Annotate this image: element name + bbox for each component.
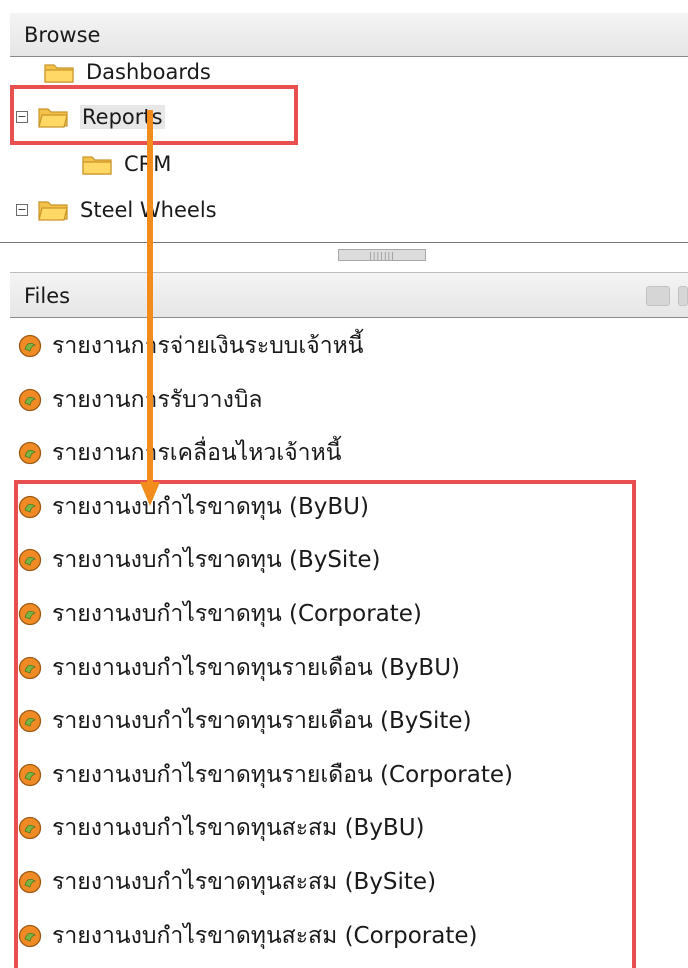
file-list-item-label: รายงานงบกำไรขาดทุนสะสม (Corporate) bbox=[52, 922, 478, 949]
file-list-item-label: รายงานงบกำไรขาดทุนรายเดือน (BySite) bbox=[52, 708, 472, 735]
file-list-item[interactable]: รายงานงบกำไรขาดทุนรายเดือน (ByBU) bbox=[18, 648, 460, 688]
report-icon bbox=[18, 549, 42, 572]
report-icon bbox=[18, 388, 42, 411]
panel-splitter[interactable]: ||||||| bbox=[0, 242, 688, 272]
tree-item-steel-wheels[interactable]: − Steel Wheels bbox=[16, 194, 217, 226]
report-icon bbox=[18, 442, 42, 465]
tree-item-label: CRM bbox=[124, 152, 172, 176]
file-list-item[interactable]: รายงานงบกำไรขาดทุนสะสม (BySite) bbox=[18, 862, 436, 902]
browse-panel-header: Browse bbox=[10, 13, 688, 57]
tree-item-crm[interactable]: CRM bbox=[82, 148, 171, 180]
report-icon bbox=[18, 656, 42, 679]
edit-icon[interactable] bbox=[646, 286, 670, 306]
report-icon bbox=[18, 334, 42, 358]
file-list-item[interactable]: รายงานงบกำไรขาดทุน (Corporate) bbox=[18, 594, 422, 634]
file-list-item-label: รายงานงบกำไรขาดทุน (Corporate) bbox=[52, 601, 422, 627]
folder-open-icon bbox=[38, 108, 68, 128]
file-list-item[interactable]: รายงานงบกำไรขาดทุน (BySite) bbox=[18, 540, 380, 580]
file-list-item-label: รายงานงบกำไรขาดทุน (BySite) bbox=[52, 547, 381, 574]
file-list-item-label: รายงานงบกำไรขาดทุนสะสม (BySite) bbox=[52, 869, 437, 895]
file-list-item[interactable]: รายงานงบกำไรขาดทุนรายเดือน (Corporate) bbox=[18, 755, 513, 795]
folder-icon bbox=[44, 64, 74, 83]
file-list-item[interactable]: รายงานการจ่ายเงินระบบเจ้าหนี้ bbox=[18, 326, 364, 366]
action-icon[interactable] bbox=[678, 286, 688, 306]
files-toolbar bbox=[646, 273, 688, 319]
file-list-item[interactable]: รายงานงบกำไรขาดทุน (ByBU) bbox=[18, 487, 369, 527]
folder-tree: Dashboards − Reports CRM − Steel Wheels bbox=[0, 57, 688, 243]
file-list-item-label: รายงานงบกำไรขาดทุนรายเดือน (ByBU) bbox=[52, 654, 461, 681]
tree-item-label: Steel Wheels bbox=[80, 198, 217, 222]
splitter-grip[interactable]: ||||||| bbox=[338, 249, 426, 261]
file-list-item[interactable]: รายงานการรับวางบิล bbox=[18, 380, 263, 420]
report-icon bbox=[18, 495, 42, 518]
files-title: Files bbox=[24, 284, 71, 308]
report-icon bbox=[18, 817, 42, 840]
folder-icon bbox=[82, 156, 112, 175]
file-list-item-label: รายงานงบกำไรขาดทุนสะสม (ByBU) bbox=[52, 815, 425, 842]
tree-item-label: Dashboards bbox=[86, 60, 211, 84]
collapse-icon[interactable]: − bbox=[16, 111, 28, 123]
file-list-item-label: รายงานการรับวางบิล bbox=[52, 386, 263, 413]
browse-title: Browse bbox=[24, 23, 101, 47]
file-list-item[interactable]: รายงานงบกำไรขาดทุนสะสม (ByBU) bbox=[18, 808, 425, 848]
tree-item-reports[interactable]: − Reports bbox=[16, 101, 165, 133]
file-list-item[interactable]: รายงานงบกำไรขาดทุนสะสม (Corporate) bbox=[18, 916, 478, 956]
files-panel-header: Files bbox=[10, 272, 688, 318]
report-icon bbox=[18, 870, 42, 894]
report-icon bbox=[18, 602, 42, 626]
report-icon bbox=[18, 763, 42, 786]
file-list-item-label: รายงานการเคลื่อนไหวเจ้าหนี้ bbox=[52, 440, 342, 467]
file-list-item-label: รายงานงบกำไรขาดทุนรายเดือน (Corporate) bbox=[52, 761, 513, 788]
file-list-item[interactable]: รายงานการเคลื่อนไหวเจ้าหนี้ bbox=[18, 433, 341, 473]
folder-open-icon bbox=[38, 201, 68, 221]
report-icon bbox=[18, 924, 42, 947]
report-icon bbox=[18, 710, 42, 733]
tree-item-dashboards[interactable]: Dashboards bbox=[44, 57, 211, 88]
collapse-icon[interactable]: − bbox=[16, 204, 28, 216]
file-list-item[interactable]: รายงานงบกำไรขาดทุนรายเดือน (BySite) bbox=[18, 701, 472, 741]
file-list-item-label: รายงานการจ่ายเงินระบบเจ้าหนี้ bbox=[52, 333, 364, 359]
tree-item-label: Reports bbox=[80, 105, 165, 129]
file-list-item-label: รายงานงบกำไรขาดทุน (ByBU) bbox=[52, 493, 369, 520]
